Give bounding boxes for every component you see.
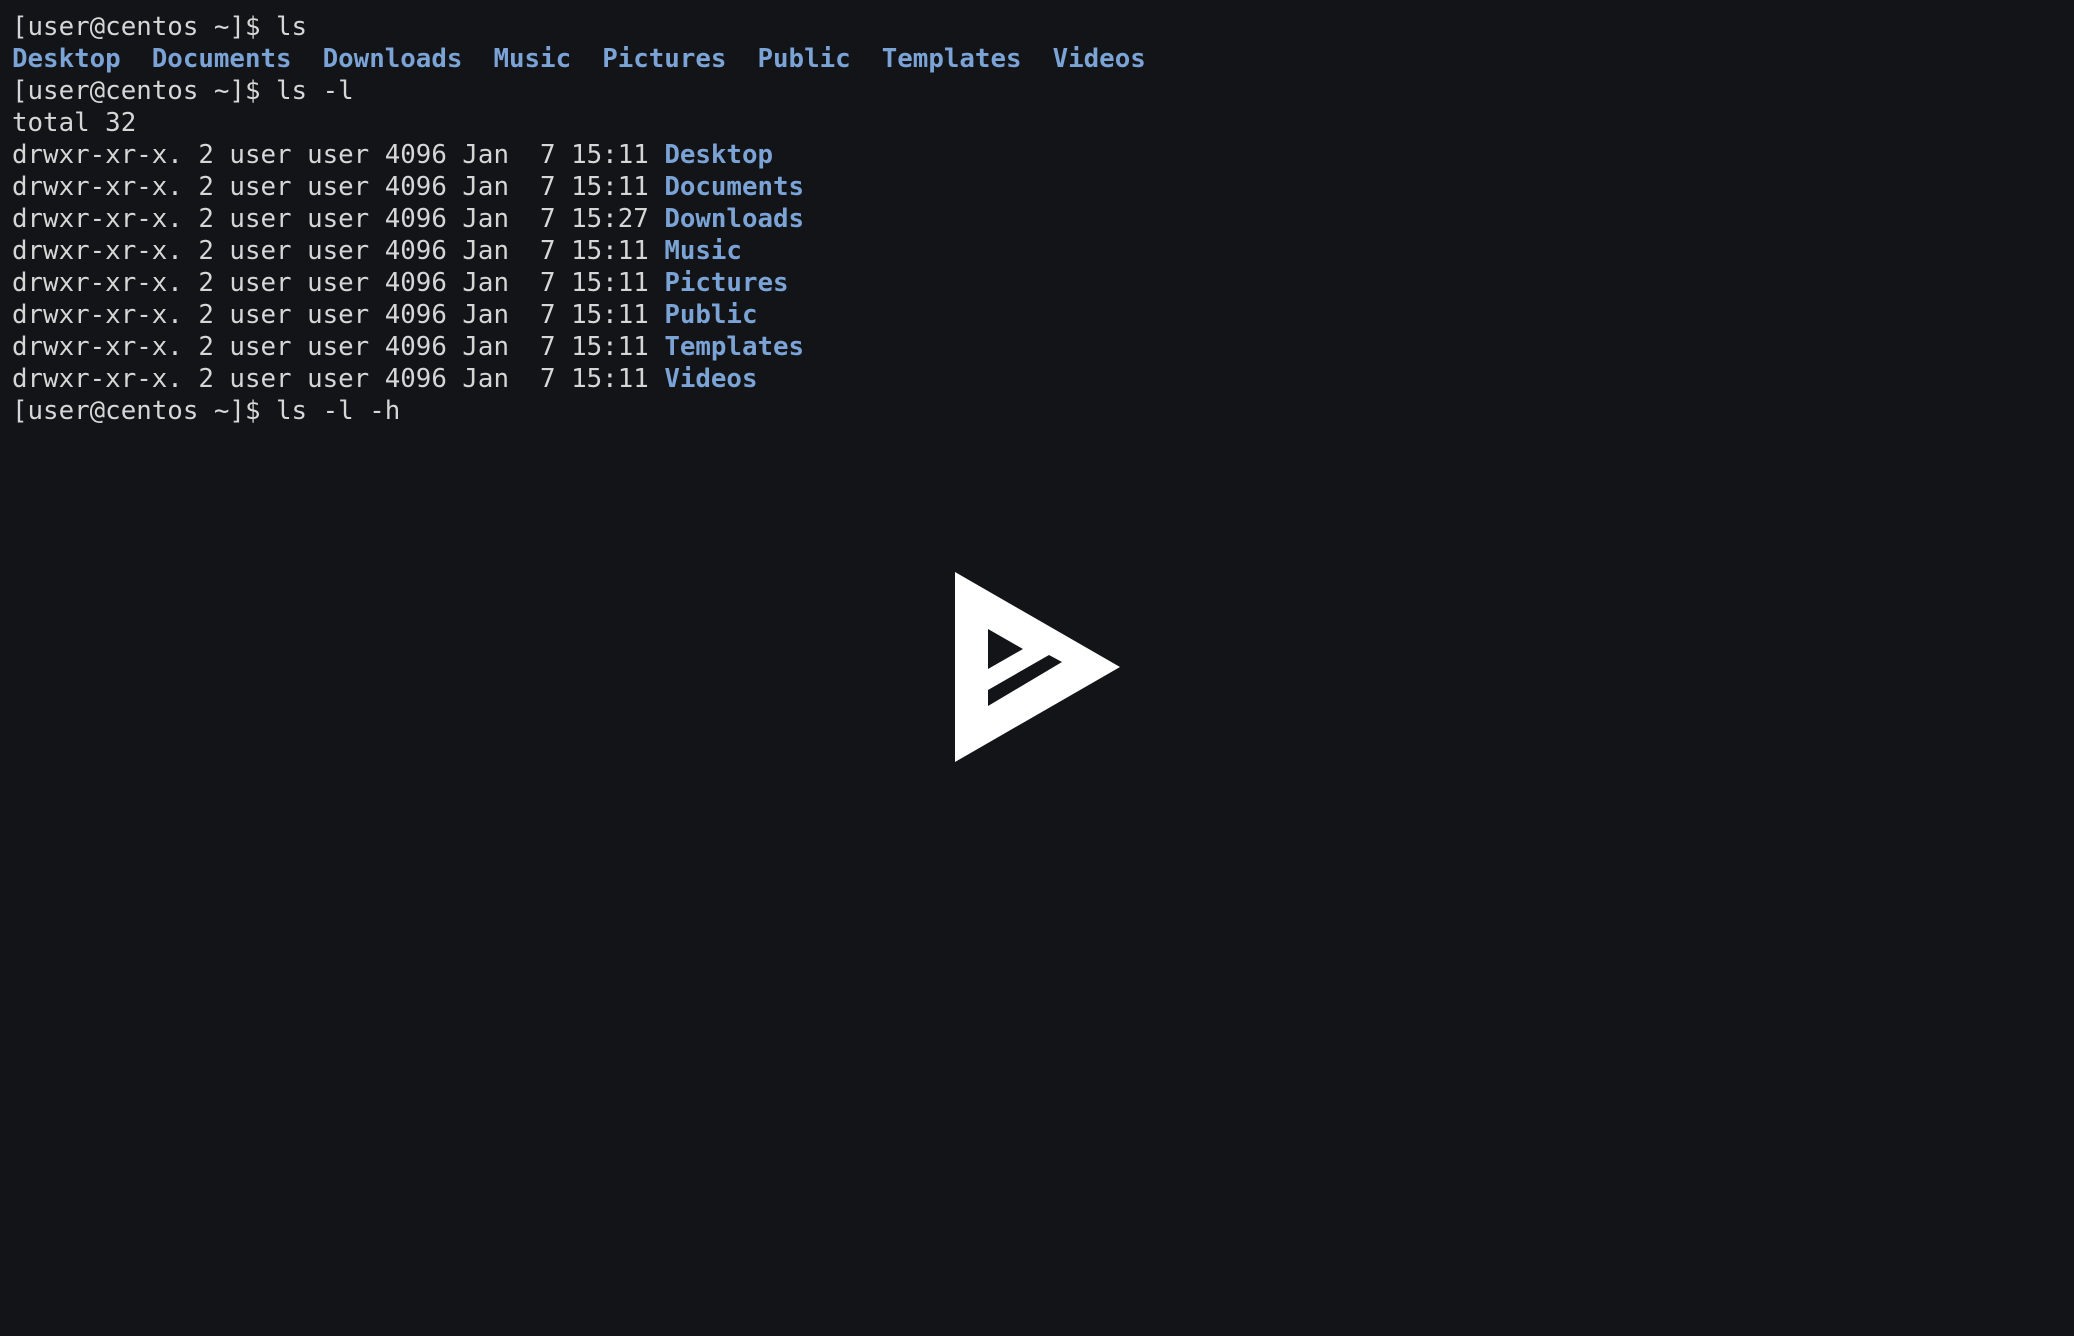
- listing-directory-name: Downloads: [664, 204, 805, 234]
- prompt: [user@centos ~]$: [12, 76, 277, 106]
- listing-row: drwxr-xr-x. 2 user user 4096 Jan 7 15:11…: [12, 235, 2074, 267]
- directory-name-desktop: Desktop: [12, 44, 121, 74]
- directory-name-music: Music: [493, 44, 572, 74]
- listing-row: drwxr-xr-x. 2 user user 4096 Jan 7 15:11…: [12, 267, 2074, 299]
- listing-meta: drwxr-xr-x. 2 user user 4096 Jan 7 15:11: [12, 172, 665, 202]
- listing-directory-name: Documents: [664, 172, 805, 202]
- listing-meta: drwxr-xr-x. 2 user user 4096 Jan 7 15:11: [12, 300, 665, 330]
- directory-name-documents: Documents: [151, 44, 292, 74]
- listing-meta: drwxr-xr-x. 2 user user 4096 Jan 7 15:11: [12, 268, 665, 298]
- listing-directory-name: Videos: [664, 364, 758, 394]
- listing-meta: drwxr-xr-x. 2 user user 4096 Jan 7 15:11: [12, 140, 665, 170]
- directory-name-templates: Templates: [881, 44, 1022, 74]
- listing-directory-name: Pictures: [664, 268, 789, 298]
- total-line: total 32: [12, 108, 137, 138]
- listing-meta: drwxr-xr-x. 2 user user 4096 Jan 7 15:27: [12, 204, 665, 234]
- listing-row: drwxr-xr-x. 2 user user 4096 Jan 7 15:11…: [12, 139, 2074, 171]
- prompt: [user@centos ~]$: [12, 12, 277, 42]
- listing-directory-name: Templates: [664, 332, 805, 362]
- directory-name-public: Public: [757, 44, 851, 74]
- asciinema-play-icon: [955, 572, 1120, 762]
- listing-row: drwxr-xr-x. 2 user user 4096 Jan 7 15:11…: [12, 299, 2074, 331]
- listing-row: drwxr-xr-x. 2 user user 4096 Jan 7 15:11…: [12, 171, 2074, 203]
- command-text: ls -l: [276, 76, 354, 106]
- listing-directory-name: Desktop: [664, 140, 774, 170]
- listing-directory-name: Public: [664, 300, 758, 330]
- listing-row: drwxr-xr-x. 2 user user 4096 Jan 7 15:11…: [12, 331, 2074, 363]
- prompt-line-ls-l-h: [user@centos ~]$ ls -l -h: [12, 395, 2074, 427]
- listing-meta: drwxr-xr-x. 2 user user 4096 Jan 7 15:11: [12, 236, 665, 266]
- directory-name-downloads: Downloads: [322, 44, 463, 74]
- command-text: ls: [276, 12, 308, 42]
- prompt-line-ls-l: [user@centos ~]$ ls -l: [12, 75, 2074, 107]
- listing-row: drwxr-xr-x. 2 user user 4096 Jan 7 15:27…: [12, 203, 2074, 235]
- directory-name-videos: Videos: [1052, 44, 1146, 74]
- terminal-window[interactable]: [user@centos ~]$ ls Desktop Documents Do…: [0, 0, 2074, 1336]
- listing-meta: drwxr-xr-x. 2 user user 4096 Jan 7 15:11: [12, 364, 665, 394]
- listing-directory-name: Music: [664, 236, 742, 266]
- listing-row: drwxr-xr-x. 2 user user 4096 Jan 7 15:11…: [12, 363, 2074, 395]
- command-text: ls -l -h: [276, 396, 401, 426]
- directory-name-pictures: Pictures: [602, 44, 727, 74]
- listing-meta: drwxr-xr-x. 2 user user 4096 Jan 7 15:11: [12, 332, 665, 362]
- play-button[interactable]: [950, 570, 1125, 765]
- ls-output-line: Desktop Documents Downloads Music Pictur…: [12, 43, 2074, 75]
- prompt: [user@centos ~]$: [12, 396, 277, 426]
- prompt-line-ls: [user@centos ~]$ ls: [12, 11, 2074, 43]
